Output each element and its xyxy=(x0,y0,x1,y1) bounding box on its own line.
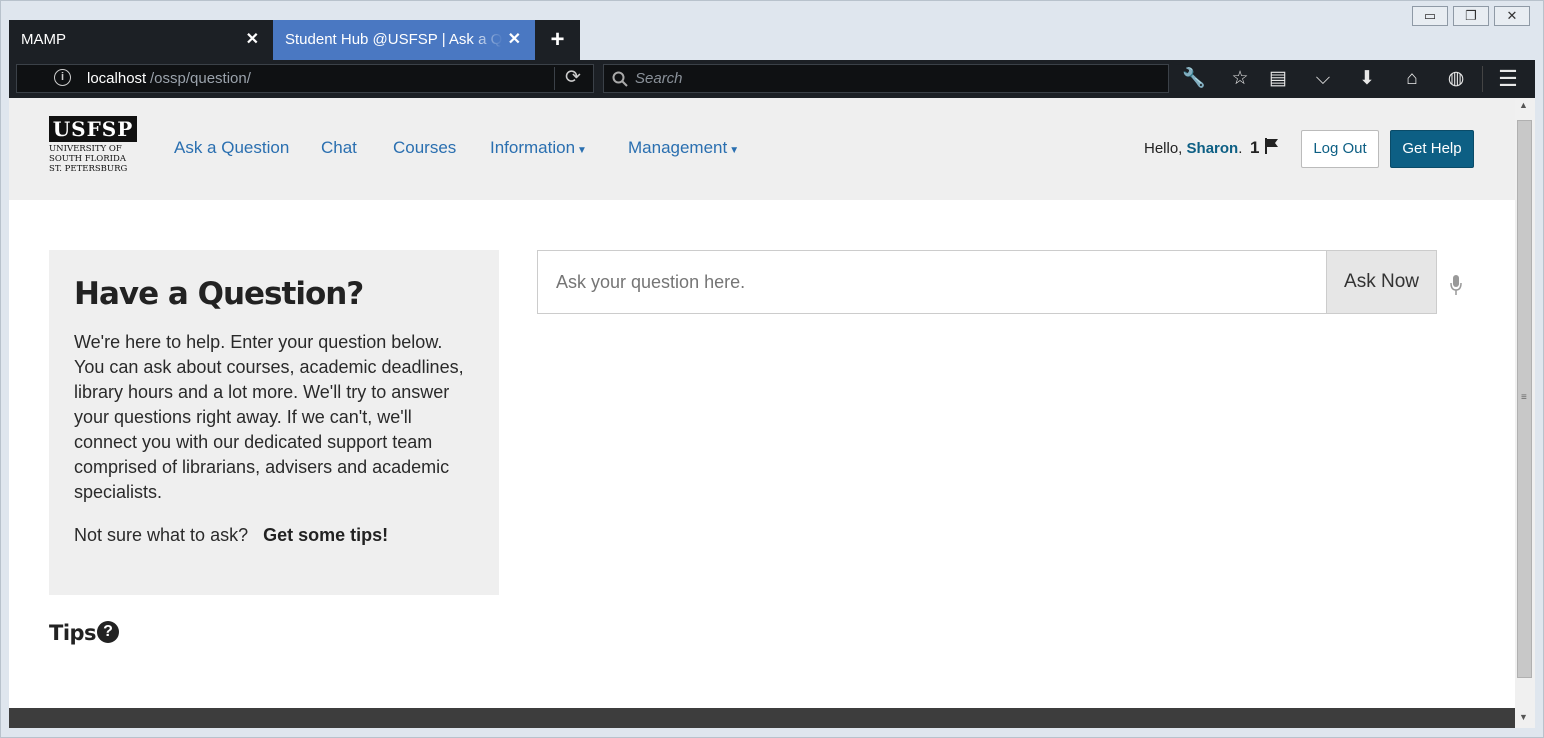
bookmark-star-icon[interactable]: ☆ xyxy=(1227,66,1253,92)
not-sure-text: Not sure what to ask? xyxy=(74,525,249,545)
grip-icon: ≡ xyxy=(1521,392,1527,403)
tab-mamp[interactable]: MAMP ✕ xyxy=(9,20,273,60)
get-help-button[interactable]: Get Help xyxy=(1390,130,1474,168)
logo-line-1: UNIVERSITY OF xyxy=(49,144,122,154)
tips-prompt: Not sure what to ask? Get some tips! xyxy=(74,523,474,548)
scroll-down-icon[interactable]: ▼ xyxy=(1519,712,1528,722)
greeting-prefix: Hello, xyxy=(1144,140,1183,157)
reload-icon[interactable]: ⟳ xyxy=(565,66,581,89)
globe-icon[interactable]: ◍ xyxy=(1443,66,1469,92)
search-placeholder: Search xyxy=(635,70,683,87)
user-greeting: Hello, Sharon. xyxy=(1144,140,1242,157)
nav-information-label: Information xyxy=(490,138,576,157)
flag-count: 1 xyxy=(1250,138,1260,157)
close-icon[interactable]: ✕ xyxy=(246,20,259,60)
search-box[interactable]: Search xyxy=(603,64,1169,93)
scroll-thumb[interactable]: ≡ xyxy=(1517,120,1532,678)
logout-button[interactable]: Log Out xyxy=(1301,130,1379,168)
search-icon xyxy=(612,71,628,87)
ask-now-button[interactable]: Ask Now xyxy=(1326,250,1437,314)
pocket-icon[interactable]: ⌵ xyxy=(1310,66,1336,92)
tab-title: Student Hub @USFSP | Ask a Question xyxy=(285,31,503,48)
page-scrollbar[interactable]: ▲ ≡ ▼ xyxy=(1515,98,1535,728)
new-tab-button[interactable]: + xyxy=(535,20,580,60)
toolbar-divider xyxy=(1482,66,1483,92)
caret-down-icon: ▼ xyxy=(729,145,740,156)
logo-line-2: SOUTH FLORIDA xyxy=(49,154,126,164)
tab-student-hub[interactable]: Student Hub @USFSP | Ask a Question ✕ xyxy=(273,20,535,60)
url-bar[interactable]: i localhost /ossp/question/ ⟳ xyxy=(16,64,594,93)
scroll-up-icon[interactable]: ▲ xyxy=(1519,100,1528,110)
url-divider xyxy=(554,67,555,90)
window-close-button[interactable]: ✕ xyxy=(1494,6,1530,26)
nav-courses[interactable]: Courses xyxy=(393,138,456,158)
wrench-icon[interactable]: 🔧 xyxy=(1181,66,1207,92)
restore-button[interactable]: ❐ xyxy=(1453,6,1489,26)
question-info-panel: Have a Question? We're here to help. Ent… xyxy=(49,250,499,595)
download-icon[interactable]: ⬇ xyxy=(1354,66,1380,92)
page-viewport: USFSP UNIVERSITY OF SOUTH FLORIDA ST. PE… xyxy=(9,98,1515,728)
user-name[interactable]: Sharon xyxy=(1187,140,1239,157)
usfsp-logo[interactable]: USFSP UNIVERSITY OF SOUTH FLORIDA ST. PE… xyxy=(49,116,139,180)
page-title: Have a Question? xyxy=(74,276,364,312)
help-question-icon[interactable]: ? xyxy=(97,621,119,643)
greeting-suffix: . xyxy=(1238,140,1243,157)
tab-title: MAMP xyxy=(21,31,66,48)
home-icon[interactable]: ⌂ xyxy=(1399,66,1425,92)
info-icon[interactable]: i xyxy=(54,69,71,86)
nav-management-label: Management xyxy=(628,138,728,157)
url-path: /ossp/question/ xyxy=(150,70,251,87)
reading-list-icon[interactable]: ▤ xyxy=(1265,66,1291,92)
caret-down-icon: ▼ xyxy=(577,145,587,156)
nav-chat[interactable]: Chat xyxy=(321,138,357,158)
intro-text: We're here to help. Enter your question … xyxy=(74,332,464,502)
footer-bar xyxy=(9,708,1515,728)
close-icon[interactable]: ✕ xyxy=(508,20,521,60)
minimize-button[interactable]: ▭ xyxy=(1412,6,1448,26)
logo-line-3: ST. PETERSBURG xyxy=(49,164,128,174)
nav-ask-a-question[interactable]: Ask a Question xyxy=(174,138,289,158)
logo-brand: USFSP xyxy=(49,116,137,142)
get-tips-link[interactable]: Get some tips! xyxy=(263,525,388,545)
tips-heading: Tips xyxy=(49,621,97,645)
nav-management[interactable]: Management ▼ xyxy=(628,138,739,158)
nav-information[interactable]: Information ▼ xyxy=(490,138,587,158)
url-host: localhost xyxy=(87,70,147,87)
question-input[interactable] xyxy=(537,250,1327,314)
flag-counter[interactable]: 1 xyxy=(1250,137,1280,158)
flag-icon xyxy=(1265,138,1279,154)
menu-icon[interactable]: ☰ xyxy=(1495,66,1521,92)
microphone-icon[interactable] xyxy=(1449,274,1463,296)
